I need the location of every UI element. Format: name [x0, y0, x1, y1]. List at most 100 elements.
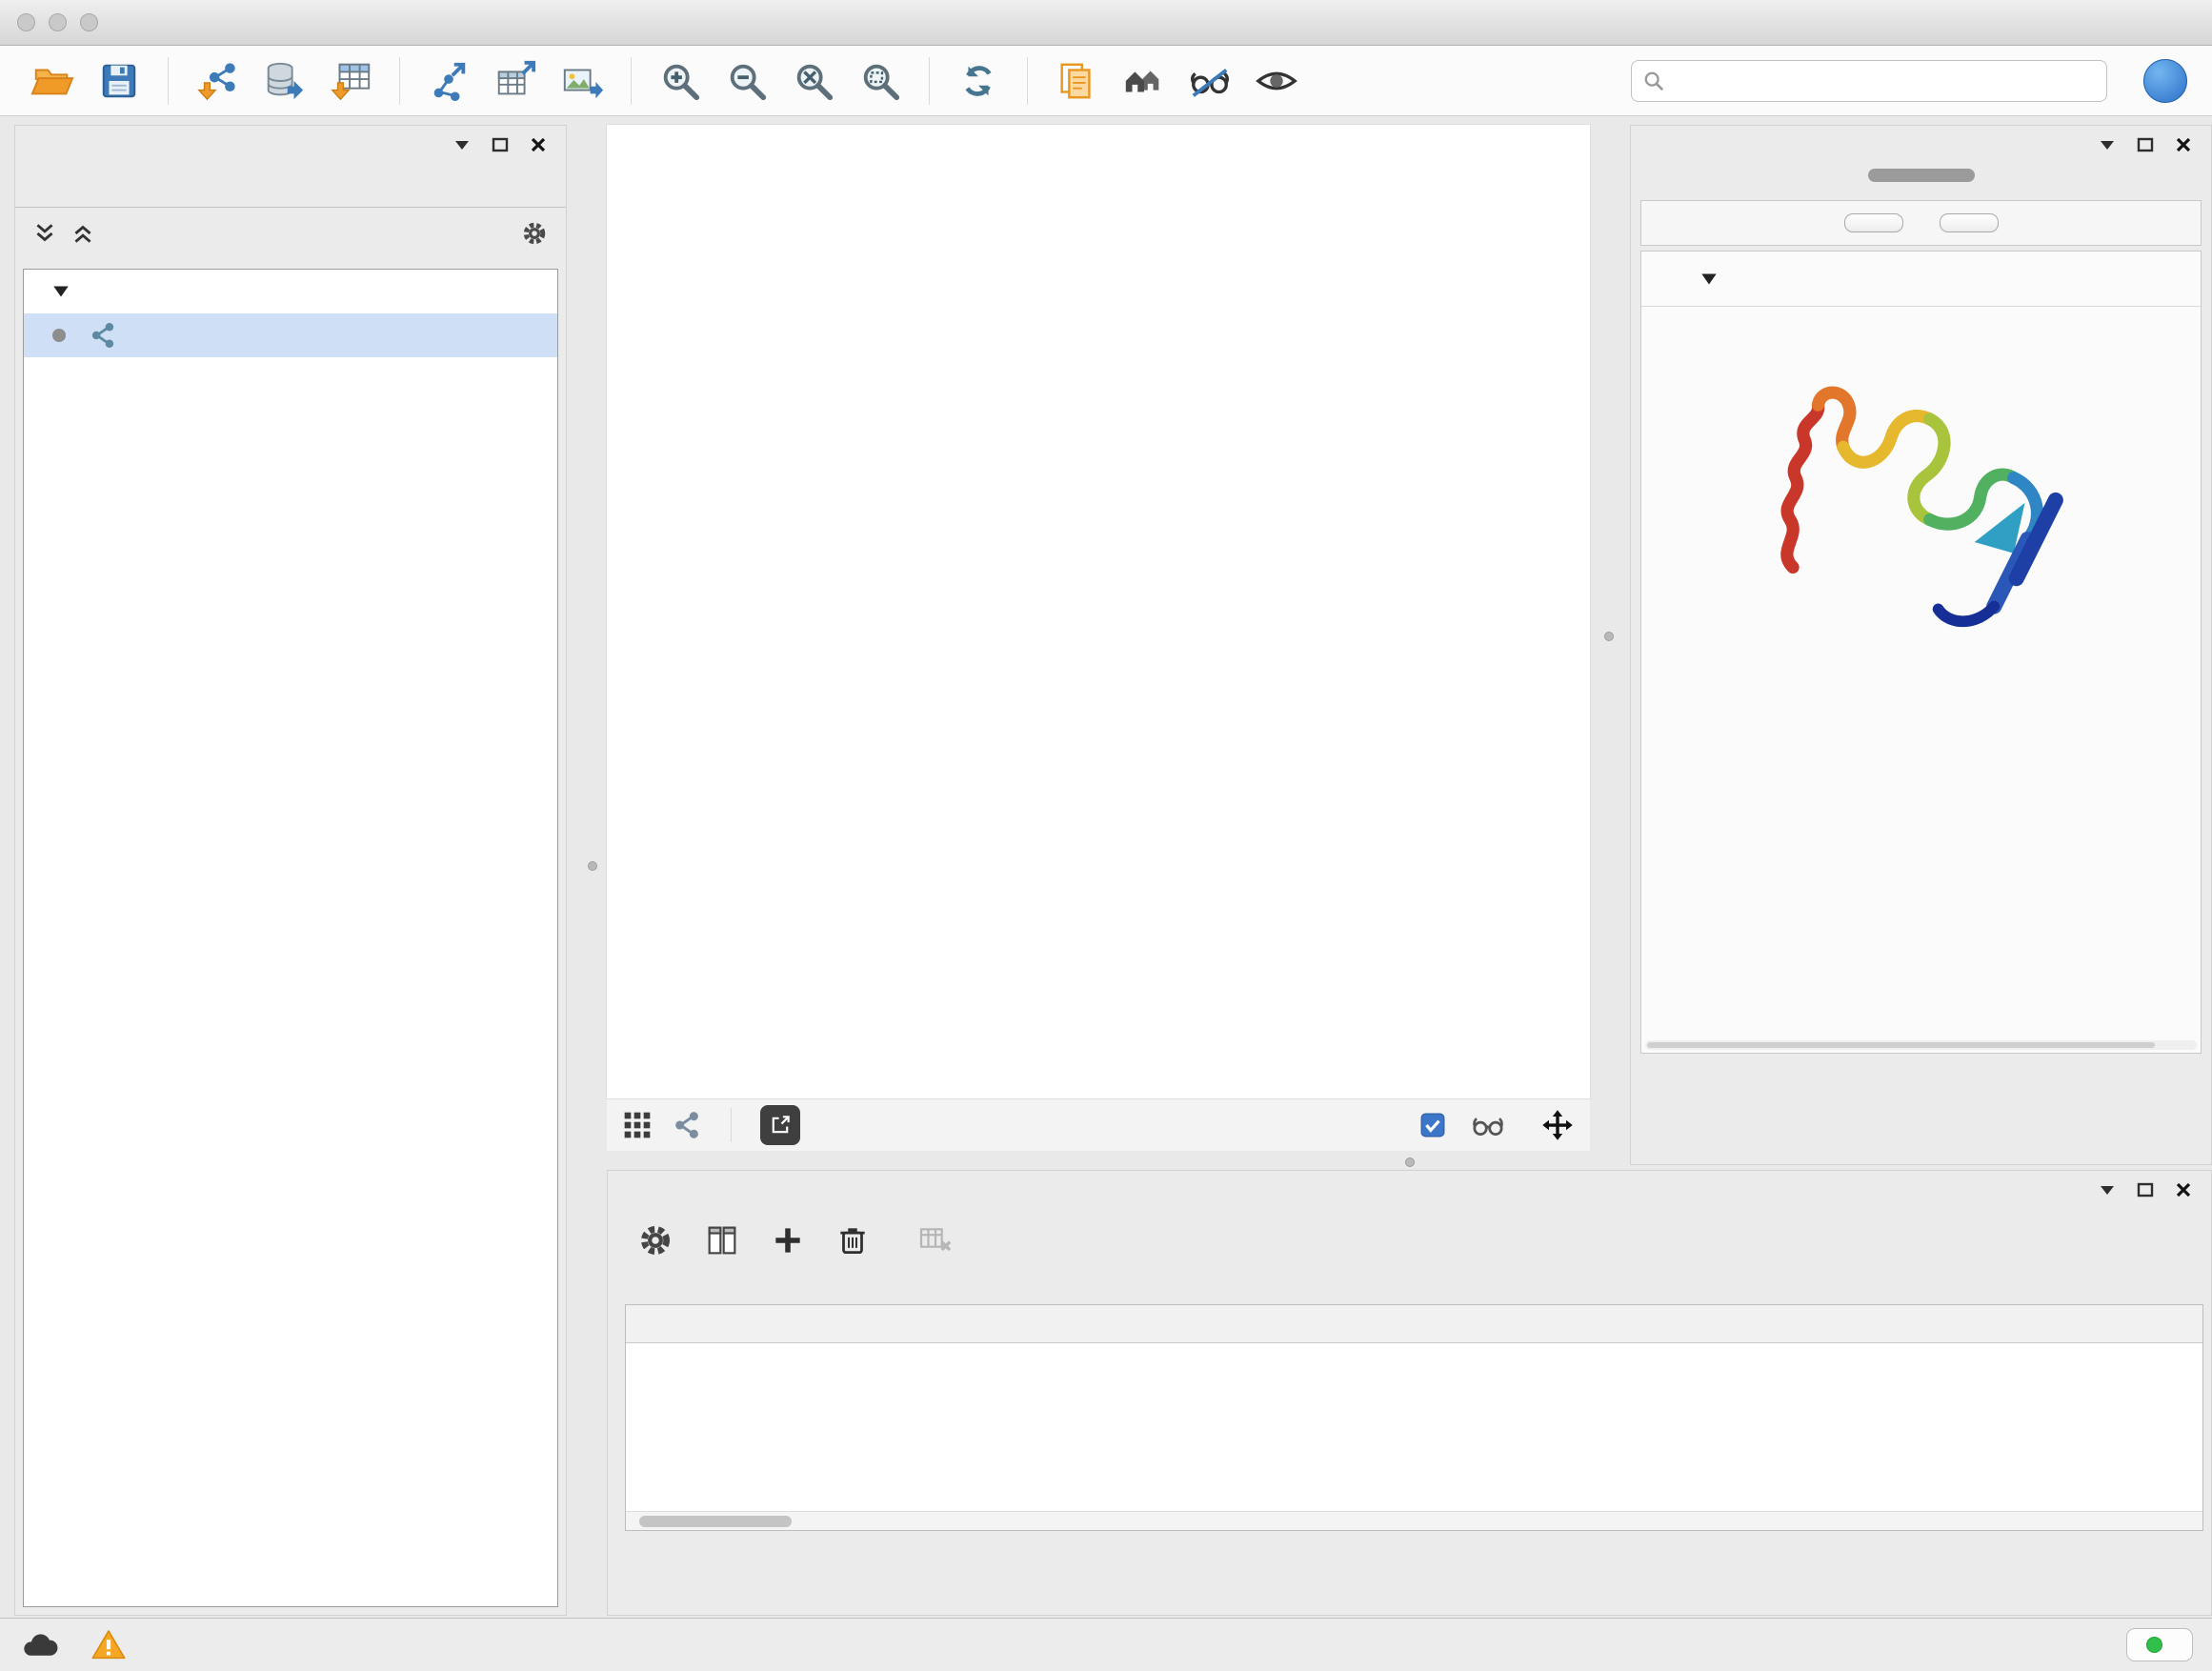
- tab-string[interactable]: [1868, 169, 1975, 182]
- export-table-button[interactable]: [488, 53, 543, 109]
- zoom-in-button[interactable]: [653, 53, 708, 109]
- status-bar: [0, 1618, 2212, 1671]
- crosslinks-title: [1641, 668, 2201, 695]
- collapse-all-networks-icon[interactable]: [70, 221, 95, 246]
- database-icon: [262, 59, 306, 103]
- save-floppy-icon: [97, 59, 141, 103]
- save-session-button[interactable]: [91, 53, 147, 109]
- network-tree: [23, 269, 558, 1607]
- control-panel-tabs: [15, 164, 566, 208]
- search-icon: [1643, 70, 1664, 91]
- control-panel: [14, 125, 567, 1616]
- tree-expand-icon[interactable]: [50, 281, 71, 302]
- network-graph[interactable]: [607, 125, 1590, 1098]
- table-hscroll-thumb[interactable]: [639, 1516, 792, 1527]
- import-table-button[interactable]: [323, 53, 378, 109]
- minimize-window-button[interactable]: [49, 13, 67, 31]
- expand-all-button[interactable]: [1844, 213, 1903, 232]
- hide-glasses-button[interactable]: [1182, 53, 1237, 109]
- network-selection-bar: [15, 208, 566, 259]
- show-eye-button[interactable]: [1249, 53, 1304, 109]
- export-image-button[interactable]: [554, 53, 610, 109]
- warning-icon[interactable]: [90, 1626, 128, 1664]
- network-share-icon[interactable]: [672, 1110, 702, 1140]
- close-window-button[interactable]: [17, 13, 35, 31]
- delete-column-icon[interactable]: [835, 1222, 871, 1258]
- import-network-icon: [195, 59, 239, 103]
- export-network-button[interactable]: [421, 53, 476, 109]
- selected-checkbox-icon[interactable]: [1420, 1113, 1445, 1137]
- control-panel-header: [15, 126, 566, 164]
- network-type-icon: [89, 321, 117, 350]
- panel-close-icon[interactable]: [2169, 1176, 2198, 1204]
- panel-float-icon[interactable]: [2131, 131, 2160, 159]
- network-row[interactable]: [24, 313, 557, 357]
- create-column-icon[interactable]: [770, 1222, 806, 1258]
- export-network-icon: [427, 59, 471, 103]
- results-hscroll-thumb[interactable]: [1647, 1042, 2155, 1048]
- table-panel: [607, 1170, 2212, 1616]
- import-network-database-button[interactable]: [256, 53, 312, 109]
- open-folder-icon: [30, 59, 74, 103]
- title-bar: [0, 0, 2212, 46]
- options-gear-icon[interactable]: [520, 219, 549, 248]
- results-hscrollbar[interactable]: [1645, 1040, 2197, 1050]
- zoom-fit-icon: [792, 59, 835, 103]
- network-canvas[interactable]: [607, 125, 1590, 1098]
- panel-close-icon[interactable]: [524, 131, 553, 159]
- results-actions: [1640, 200, 2202, 246]
- zoom-fit-button[interactable]: [786, 53, 841, 109]
- table-settings-gear-icon[interactable]: [636, 1221, 674, 1259]
- zoom-selected-icon: [858, 59, 902, 103]
- network-collection-row[interactable]: [24, 270, 557, 313]
- toolbar-separator: [168, 57, 169, 105]
- pan-crosshair-icon[interactable]: [1540, 1108, 1575, 1142]
- help-button[interactable]: [2143, 59, 2187, 103]
- detach-view-button[interactable]: [760, 1105, 800, 1145]
- table-row[interactable]: [626, 1343, 2202, 1383]
- home-button[interactable]: [1116, 53, 1171, 109]
- gene-detail-card: [1640, 251, 2202, 1054]
- panel-float-icon[interactable]: [2131, 1176, 2160, 1204]
- copy-document-icon: [1055, 59, 1098, 103]
- panel-collapse-icon[interactable]: [2093, 131, 2122, 159]
- memory-status-dot: [2146, 1637, 2162, 1653]
- eye-icon: [1255, 59, 1298, 103]
- apply-layout-button[interactable]: [951, 53, 1006, 109]
- houses-icon: [1121, 59, 1165, 103]
- table-hscrollbar[interactable]: [626, 1511, 2202, 1530]
- panel-collapse-icon[interactable]: [448, 131, 476, 159]
- zoom-selected-button[interactable]: [853, 53, 908, 109]
- left-splitter-handle[interactable]: [588, 861, 597, 871]
- import-table-icon: [329, 59, 372, 103]
- maximize-window-button[interactable]: [80, 13, 98, 31]
- right-splitter-handle[interactable]: [1604, 632, 1614, 641]
- memory-button[interactable]: [2126, 1628, 2193, 1661]
- protein-structure-image: [1641, 332, 2201, 668]
- open-session-button[interactable]: [25, 53, 80, 109]
- horizontal-splitter-handle[interactable]: [1405, 1158, 1415, 1167]
- panel-collapse-icon[interactable]: [2093, 1176, 2122, 1204]
- gene-collapse-icon[interactable]: [1699, 269, 1719, 290]
- search-input[interactable]: [1674, 70, 2095, 91]
- duplicate-page-button[interactable]: [1049, 53, 1104, 109]
- expand-all-networks-icon[interactable]: [32, 221, 57, 246]
- gene-description: [1641, 307, 2201, 319]
- delete-table-icon[interactable]: [916, 1221, 955, 1259]
- toolbar-separator: [1027, 57, 1028, 105]
- zoom-out-button[interactable]: [719, 53, 774, 109]
- toolbar-separator: [631, 57, 632, 105]
- panel-close-icon[interactable]: [2169, 131, 2198, 159]
- collapse-all-button[interactable]: [1940, 213, 1999, 232]
- panel-float-icon[interactable]: [486, 131, 514, 159]
- table-header-row: [626, 1305, 2202, 1343]
- import-network-file-button[interactable]: [190, 53, 245, 109]
- hidden-glasses-icon[interactable]: [1472, 1111, 1504, 1139]
- show-columns-icon[interactable]: [703, 1221, 741, 1259]
- gene-card-header[interactable]: [1641, 252, 2201, 307]
- toolbar-search-box[interactable]: [1631, 60, 2107, 102]
- network-view-bar: [607, 1098, 1590, 1151]
- cloud-icon[interactable]: [19, 1628, 61, 1662]
- results-panel: [1630, 125, 2212, 1165]
- birdseye-grid-icon[interactable]: [622, 1110, 653, 1140]
